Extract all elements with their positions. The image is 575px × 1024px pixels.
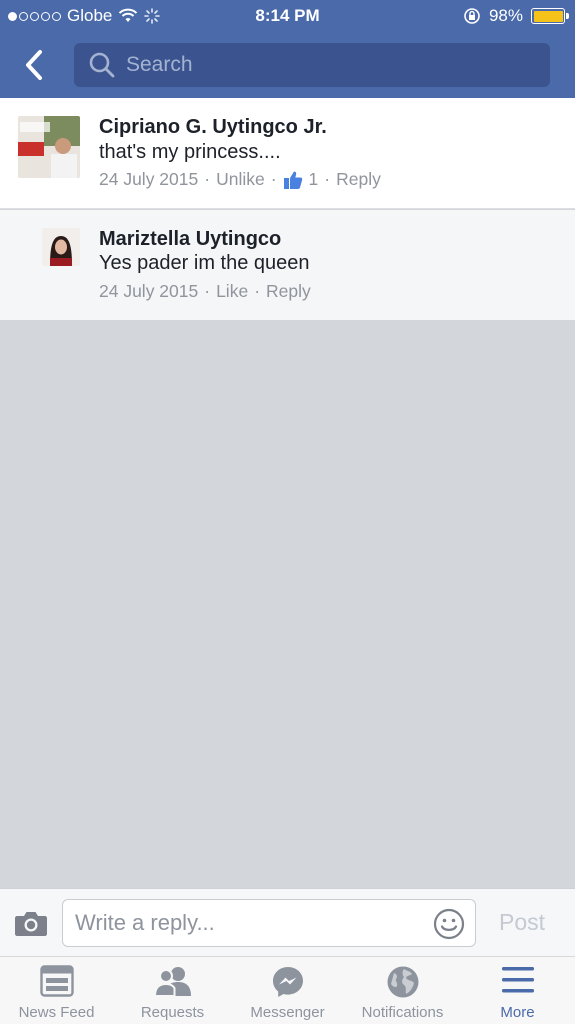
tab-label: Requests (140, 1004, 205, 1021)
rotation-lock-icon (464, 8, 480, 24)
reply-link[interactable]: Reply (336, 169, 381, 190)
tab-label: Notifications (361, 1004, 444, 1021)
post-button[interactable]: Post (499, 909, 545, 936)
tab-news-feed[interactable]: News Feed (0, 957, 113, 1024)
search-input[interactable]: Search (74, 43, 550, 87)
comment-author[interactable]: Mariztella Uytingco (99, 228, 281, 251)
battery-icon (531, 8, 569, 24)
camera-button[interactable] (14, 909, 48, 942)
empty-comments-area (0, 320, 575, 888)
comment-meta: 24 July 2015 · Unlike · 1 · Reply (99, 169, 381, 190)
tab-label: Messenger (250, 1004, 325, 1021)
thumbs-up-icon (283, 171, 302, 189)
avatar[interactable] (42, 228, 80, 266)
chevron-left-icon (26, 50, 42, 80)
tab-label: More (500, 1004, 535, 1021)
tab-messenger[interactable]: Messenger (230, 957, 345, 1024)
messenger-icon (272, 967, 303, 997)
navigation-header: Globe 8:14 PM 98% Search (0, 0, 575, 98)
reply-input[interactable]: Write a reply... (62, 899, 476, 947)
reply-placeholder: Write a reply... (75, 910, 215, 935)
tab-more[interactable]: More (460, 957, 575, 1024)
tab-label: News Feed (18, 1004, 95, 1021)
battery-percent: 98% (488, 6, 523, 25)
camera-icon (15, 912, 47, 936)
emoji-icon[interactable] (433, 908, 465, 940)
search-placeholder: Search (126, 53, 193, 76)
search-icon (89, 52, 115, 78)
status-right: 98% (463, 6, 569, 26)
globe-icon (387, 966, 418, 998)
comment-item: Cipriano G. Uytingco Jr. that's my princ… (0, 98, 575, 209)
comment-text: that's my princess.... (99, 141, 281, 163)
separator: · (254, 281, 261, 301)
status-bar: Globe 8:14 PM 98% (0, 0, 575, 32)
comment-date[interactable]: 24 July 2015 (99, 169, 198, 190)
comment-meta: 24 July 2015 · Like · Reply (99, 281, 311, 302)
reply-item: Mariztella Uytingco Yes pader im the que… (0, 210, 575, 320)
tab-requests[interactable]: Requests (115, 957, 230, 1024)
unlike-link[interactable]: Unlike (216, 169, 265, 190)
avatar[interactable] (18, 116, 80, 178)
separator: · (270, 169, 277, 189)
back-button[interactable] (18, 46, 50, 84)
news-feed-icon (39, 965, 74, 997)
like-count[interactable]: 1 (309, 169, 319, 190)
comment-text: Yes pader im the queen (99, 252, 310, 274)
menu-icon (501, 967, 534, 993)
comment-author[interactable]: Cipriano G. Uytingco Jr. (99, 116, 327, 139)
tab-notifications[interactable]: Notifications (345, 957, 460, 1024)
separator: · (204, 169, 211, 189)
reply-link[interactable]: Reply (266, 281, 311, 302)
tab-bar: News Feed Requests Messenger Notificatio… (0, 956, 575, 1024)
comment-date[interactable]: 24 July 2015 (99, 281, 198, 302)
like-link[interactable]: Like (216, 281, 248, 302)
friend-requests-icon (153, 967, 191, 997)
separator: · (204, 281, 211, 301)
reply-composer: Write a reply... Post (0, 888, 575, 956)
separator: · (324, 169, 331, 189)
